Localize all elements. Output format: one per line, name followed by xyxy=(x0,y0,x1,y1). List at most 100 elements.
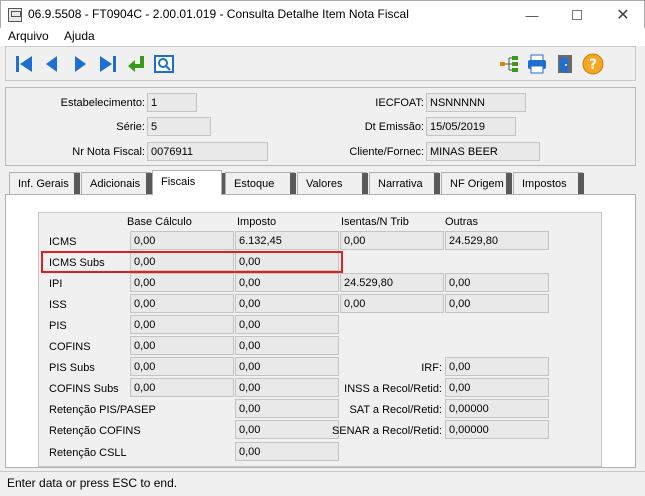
last-icon xyxy=(100,56,116,72)
ipi-imposto-field[interactable]: 0,00 xyxy=(235,273,339,292)
title-bar: 06.9.5508 - FT0904C - 2.00.01.019 - Cons… xyxy=(0,0,645,28)
iss-isentas-field[interactable]: 0,00 xyxy=(340,294,444,313)
serie-field[interactable]: 5 xyxy=(147,117,211,136)
tab-nf-origem[interactable]: NF Origem xyxy=(441,172,511,194)
app-icon xyxy=(8,8,22,22)
minimize-button[interactable]: — xyxy=(509,1,555,29)
maximize-button[interactable] xyxy=(554,1,600,29)
tab-adicionais[interactable]: Adicionais xyxy=(81,172,151,194)
row-label-cofins: COFINS xyxy=(49,341,91,353)
senar-field[interactable]: 0,00000 xyxy=(445,420,549,439)
pis-subs-base-field[interactable]: 0,00 xyxy=(130,357,234,376)
dt-emissao-field[interactable]: 15/05/2019 xyxy=(426,117,516,136)
row-label-ipi: IPI xyxy=(49,278,63,290)
cliente-label: Cliente/Fornec: xyxy=(349,146,424,158)
iss-imposto-field[interactable]: 0,00 xyxy=(235,294,339,313)
highlight-box xyxy=(41,251,343,273)
status-bar: Enter data or press ESC to end. xyxy=(0,471,645,496)
printer-icon xyxy=(528,54,546,74)
svg-text:?: ? xyxy=(589,57,597,73)
status-text: Enter data or press ESC to end. xyxy=(7,476,178,490)
tab-narrativa[interactable]: Narrativa xyxy=(369,172,439,194)
next-icon xyxy=(75,56,86,72)
goto-button[interactable] xyxy=(125,53,147,75)
menu-arquivo[interactable]: Arquivo xyxy=(8,29,49,43)
door-exit-icon xyxy=(558,55,572,73)
previous-icon xyxy=(46,56,57,72)
help-button[interactable]: ? xyxy=(582,53,604,75)
inss-field[interactable]: 0,00 xyxy=(445,378,549,397)
close-button[interactable]: ✕ xyxy=(600,1,645,29)
next-record-button[interactable] xyxy=(69,53,91,75)
cliente-field[interactable]: MINAS BEER xyxy=(426,142,540,161)
estabelecimento-label: Estabelecimento: xyxy=(60,97,145,109)
row-label-retencao-cofins: Retenção COFINS xyxy=(49,425,141,437)
irf-field[interactable]: 0,00 xyxy=(445,357,549,376)
iecfoat-field[interactable]: NSNNNNN xyxy=(426,93,526,112)
inss-label: INSS a Recol/Retid: xyxy=(344,383,442,395)
iss-base-field[interactable]: 0,00 xyxy=(130,294,234,313)
serie-label: Série: xyxy=(116,121,145,133)
irf-label: IRF: xyxy=(421,362,442,374)
tab-divider xyxy=(290,173,296,194)
tab-fiscais[interactable]: Fiscais xyxy=(152,170,222,195)
estabelecimento-field[interactable]: 1 xyxy=(147,93,197,112)
row-label-retencao-csll: Retenção CSLL xyxy=(49,447,127,459)
help-icon: ? xyxy=(582,53,604,75)
last-record-button[interactable] xyxy=(97,53,119,75)
senar-label: SENAR a Recol/Retid: xyxy=(331,425,442,437)
icms-imposto-field[interactable]: 6.132,45 xyxy=(235,231,339,250)
row-label-iss: ISS xyxy=(49,299,67,311)
first-record-button[interactable] xyxy=(13,53,35,75)
cofins-base-field[interactable]: 0,00 xyxy=(130,336,234,355)
col-base-calculo: Base Cálculo xyxy=(127,216,192,228)
exit-button[interactable] xyxy=(554,53,576,75)
ipi-outras-field[interactable]: 0,00 xyxy=(445,273,549,292)
tab-divider xyxy=(578,173,584,194)
col-isentas: Isentas/N Trib xyxy=(341,216,409,228)
menu-ajuda[interactable]: Ajuda xyxy=(64,29,95,43)
col-outras: Outras xyxy=(445,216,479,228)
cofins-imposto-field[interactable]: 0,00 xyxy=(235,336,339,355)
enter-arrow-icon xyxy=(128,56,144,72)
tab-impostos[interactable]: Impostos xyxy=(513,172,583,194)
sat-label: SAT a Recol/Retid: xyxy=(349,404,442,416)
row-label-pis-subs: PIS Subs xyxy=(49,362,95,374)
search-button[interactable] xyxy=(153,53,175,75)
tab-divider xyxy=(362,173,368,194)
icms-outras-field[interactable]: 24.529,80 xyxy=(445,231,549,250)
iss-outras-field[interactable]: 0,00 xyxy=(445,294,549,313)
toolbar: ? xyxy=(5,46,636,81)
nr-nota-label: Nr Nota Fiscal: xyxy=(72,146,145,158)
search-icon xyxy=(154,55,174,73)
tab-divider xyxy=(434,173,440,194)
row-label-pis: PIS xyxy=(49,320,67,332)
cofins-subs-base-field[interactable]: 0,00 xyxy=(130,378,234,397)
previous-record-button[interactable] xyxy=(41,53,63,75)
tab-valores[interactable]: Valores xyxy=(297,172,367,194)
nr-nota-field[interactable]: 0076911 xyxy=(147,142,268,161)
ipi-isentas-field[interactable]: 24.529,80 xyxy=(340,273,444,292)
tab-inf-gerais[interactable]: Inf. Gerais xyxy=(9,172,80,194)
hierarchy-button[interactable] xyxy=(498,53,520,75)
menu-bar: Arquivo Ajuda xyxy=(0,28,645,46)
retencao-csll-field[interactable]: 0,00 xyxy=(235,442,339,461)
iecfoat-label: IECFOAT: xyxy=(375,97,424,109)
col-imposto: Imposto xyxy=(237,216,277,228)
row-label-retencao-pis: Retenção PIS/PASEP xyxy=(49,404,156,416)
ipi-base-field[interactable]: 0,00 xyxy=(130,273,234,292)
tree-icon xyxy=(500,56,518,72)
sat-field[interactable]: 0,00000 xyxy=(445,399,549,418)
row-label-cofins-subs: COFINS Subs xyxy=(49,383,119,395)
dt-emissao-label: Dt Emissão: xyxy=(364,121,424,133)
tab-estoque[interactable]: Estoque xyxy=(225,172,295,194)
tab-divider xyxy=(506,173,512,194)
icms-isentas-field[interactable]: 0,00 xyxy=(340,231,444,250)
pis-base-field[interactable]: 0,00 xyxy=(130,315,234,334)
row-label-icms: ICMS xyxy=(49,236,77,248)
tab-divider xyxy=(74,173,80,194)
first-icon xyxy=(16,56,32,72)
icms-base-field[interactable]: 0,00 xyxy=(130,231,234,250)
pis-imposto-field[interactable]: 0,00 xyxy=(235,315,339,334)
print-button[interactable] xyxy=(526,53,548,75)
